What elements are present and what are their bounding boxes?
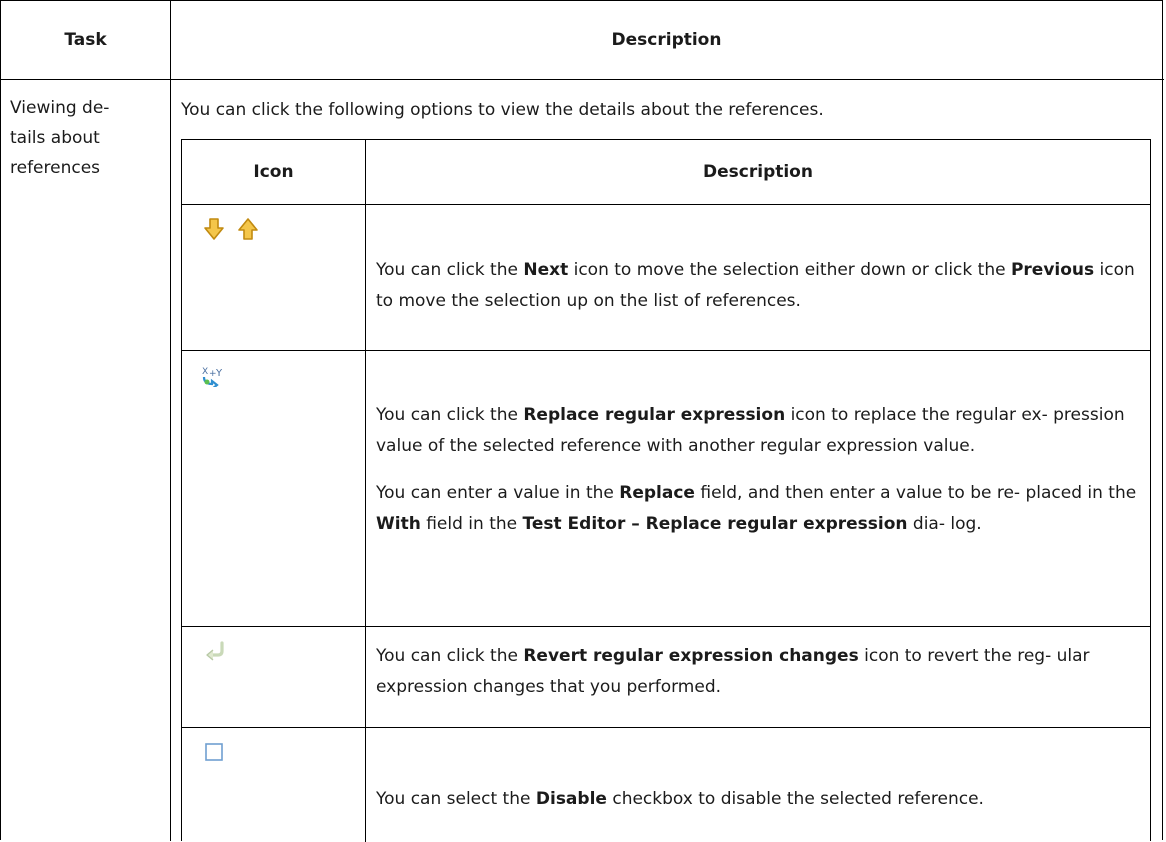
next-label: Next: [523, 260, 569, 280]
inner-column-divider: [365, 140, 366, 842]
row-description: You can click the Replace regular expres…: [376, 400, 1138, 540]
header-icon: Icon: [253, 162, 294, 182]
replace-field-label: Replace: [619, 483, 695, 503]
previous-label: Previous: [1010, 260, 1095, 280]
replace-regex-label: Replace regular expression: [523, 405, 786, 425]
revert-regex-icon: [206, 641, 224, 661]
text-span: dia- log.: [907, 514, 982, 534]
text-span: icon to move the selection either down o…: [568, 260, 1011, 280]
row-description: You can click the Next icon to move the …: [376, 255, 1138, 317]
row-divider: [182, 626, 1150, 627]
description-paragraph: You can click the Next icon to move the …: [376, 255, 1138, 317]
svg-text:Y: Y: [215, 368, 223, 379]
next-arrow-down-icon: [204, 218, 224, 240]
text-span: You can enter a value in the: [376, 483, 620, 503]
text-span: You can select the: [376, 789, 536, 809]
intro-text: You can click the following options to v…: [181, 100, 824, 120]
text-span: You can click the: [376, 405, 524, 425]
dialog-title-label: Test Editor – Replace regular expression: [522, 514, 908, 534]
header-description: Description: [611, 30, 722, 50]
text-span: field in the: [420, 514, 523, 534]
header-divider: [1, 79, 1164, 80]
task-line: Viewing de-: [10, 98, 110, 118]
icon-table: Icon Description You can click the Next …: [181, 139, 1151, 842]
description-paragraph: You can select the Disable checkbox to d…: [376, 784, 1138, 815]
replace-regex-icon: X + Y: [202, 367, 223, 387]
text-span: You can click the: [376, 260, 524, 280]
task-line: tails about: [10, 128, 100, 148]
row-description: You can click the Revert regular express…: [376, 641, 1138, 703]
disable-label: Disable: [535, 789, 607, 809]
column-divider: [170, 1, 171, 841]
task-cell: Viewing de- tails about references: [10, 93, 165, 183]
description-paragraph: You can click the Replace regular expres…: [376, 400, 1138, 462]
previous-arrow-up-icon: [238, 218, 258, 240]
row-description: You can select the Disable checkbox to d…: [376, 784, 1138, 815]
inner-header-divider: [182, 204, 1150, 205]
row-divider: [182, 727, 1150, 728]
description-paragraph: You can click the Revert regular express…: [376, 641, 1138, 703]
header-task: Task: [64, 30, 107, 50]
revert-regex-label: Revert regular expression changes: [523, 646, 859, 666]
text-span: field, and then enter a value to be re- …: [694, 483, 1137, 503]
description-paragraph: You can enter a value in the Replace fie…: [376, 478, 1138, 540]
disable-checkbox-icon: [205, 743, 223, 761]
task-line: references: [10, 158, 101, 178]
task-table: Task Description Viewing de- tails about…: [0, 0, 1164, 842]
text-span: checkbox to disable the selected referen…: [606, 789, 984, 809]
row-divider: [182, 350, 1150, 351]
with-field-label: With: [376, 514, 421, 534]
text-span: You can click the: [376, 646, 524, 666]
header-description-inner: Description: [703, 162, 813, 182]
svg-text:X: X: [202, 367, 208, 377]
